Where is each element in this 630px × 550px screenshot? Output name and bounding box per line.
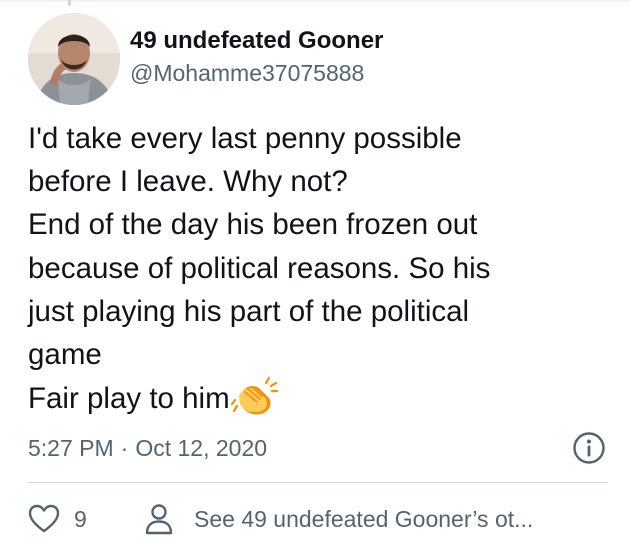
clapping-hands-emoji-icon <box>230 376 279 428</box>
tweet-timestamp[interactable]: 5:27 PM · Oct 12, 2020 <box>28 433 267 463</box>
tweet-line: because of political reasons. So his <box>28 251 491 285</box>
tweet-header: 49 undefeated Gooner @Mohamme37075888 <box>28 13 608 105</box>
tweet-meta: 5:27 PM · Oct 12, 2020 <box>28 431 608 465</box>
meta-separator: · <box>120 435 129 461</box>
tweet-line: Fair play to him <box>28 382 230 416</box>
see-profile-label: See 49 undefeated Gooner’s ot... <box>194 505 534 532</box>
tweet-text: I'd take every last penny possible befor… <box>28 117 608 428</box>
author-handle[interactable]: @Mohamme37075888 <box>130 58 383 88</box>
like-count: 9 <box>74 505 87 532</box>
see-profile-link[interactable]: See 49 undefeated Gooner’s ot... <box>144 502 533 536</box>
tweet-line: End of the day his been frozen out <box>28 208 478 242</box>
top-edge-rule <box>0 0 630 2</box>
tweet-line: I'd take every last penny possible <box>28 122 462 155</box>
tweet-last-line: Fair play to him <box>28 376 608 428</box>
avatar-photo-icon <box>28 13 120 105</box>
tweet-line: game <box>28 338 102 372</box>
divider <box>28 482 608 483</box>
author-display-name[interactable]: 49 undefeated Gooner <box>130 27 383 55</box>
tweet-date: Oct 12, 2020 <box>135 435 268 461</box>
thread-connector <box>68 0 71 6</box>
avatar[interactable] <box>28 13 120 105</box>
tweet-actions: 9 See 49 undefeated Gooner’s ot... <box>28 498 618 538</box>
tweet-line: before I leave. Why not? <box>28 165 348 199</box>
tweet-line: just playing his part of the political <box>28 294 470 328</box>
tweet-time: 5:27 PM <box>28 435 114 461</box>
heart-icon <box>28 504 60 533</box>
like-button[interactable]: 9 <box>28 502 87 536</box>
person-icon <box>145 504 173 535</box>
info-icon[interactable] <box>572 431 606 465</box>
author-names: 49 undefeated Gooner @Mohamme37075888 <box>130 27 383 88</box>
